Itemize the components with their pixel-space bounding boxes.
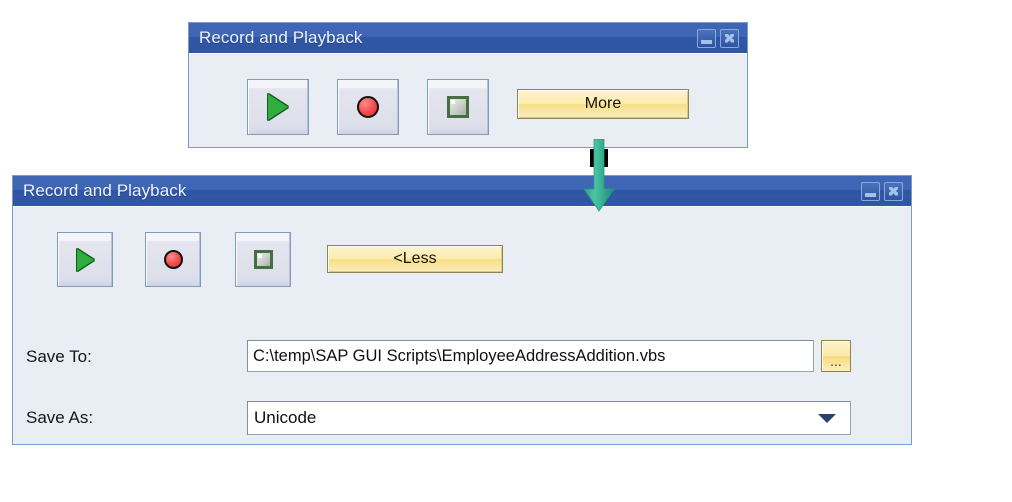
- play-button[interactable]: [57, 232, 113, 287]
- stop-icon: [253, 250, 273, 269]
- record-icon: [163, 250, 183, 269]
- close-icon[interactable]: [720, 28, 739, 48]
- save-as-label: Save As:: [26, 408, 94, 427]
- titlebar-collapsed[interactable]: Record and Playback: [189, 23, 747, 53]
- chevron-down-icon[interactable]: [818, 414, 836, 423]
- window-title: Record and Playback: [199, 27, 363, 47]
- play-icon: [268, 94, 288, 120]
- less-button[interactable]: <Less: [327, 245, 503, 273]
- stop-icon: [447, 96, 469, 118]
- save-as-selected-value: Unicode: [254, 408, 317, 427]
- save-to-input[interactable]: C:\temp\SAP GUI Scripts\EmployeeAddressA…: [247, 340, 814, 372]
- stop-button[interactable]: [235, 232, 291, 287]
- record-playback-window-collapsed[interactable]: Record and Playback More: [188, 22, 748, 148]
- record-button[interactable]: [145, 232, 201, 287]
- more-button[interactable]: More: [517, 89, 689, 119]
- minimize-icon[interactable]: [861, 181, 880, 201]
- save-as-dropdown[interactable]: Unicode: [247, 401, 851, 435]
- minimize-icon[interactable]: [697, 28, 716, 48]
- record-playback-window-expanded[interactable]: Record and Playback <Less Save To: C:\te…: [12, 175, 912, 445]
- more-button-label: More: [584, 95, 622, 112]
- window-gap-background: [590, 149, 608, 167]
- window-controls-expanded[interactable]: [861, 181, 907, 201]
- window-controls-collapsed[interactable]: [697, 28, 743, 48]
- stop-button[interactable]: [427, 79, 489, 135]
- titlebar-expanded[interactable]: Record and Playback: [13, 176, 911, 206]
- save-to-label: Save To:: [26, 347, 92, 366]
- record-button[interactable]: [337, 79, 399, 135]
- client-area-expanded: <Less Save To: C:\temp\SAP GUI Scripts\E…: [13, 206, 911, 444]
- less-button-label: <Less: [393, 250, 437, 267]
- play-icon: [76, 248, 94, 271]
- play-button[interactable]: [247, 79, 309, 135]
- client-area-collapsed: More: [189, 53, 747, 147]
- window-title: Record and Playback: [23, 180, 187, 200]
- browse-button[interactable]: ...: [821, 340, 851, 372]
- record-icon: [357, 96, 379, 118]
- close-icon[interactable]: [884, 181, 903, 201]
